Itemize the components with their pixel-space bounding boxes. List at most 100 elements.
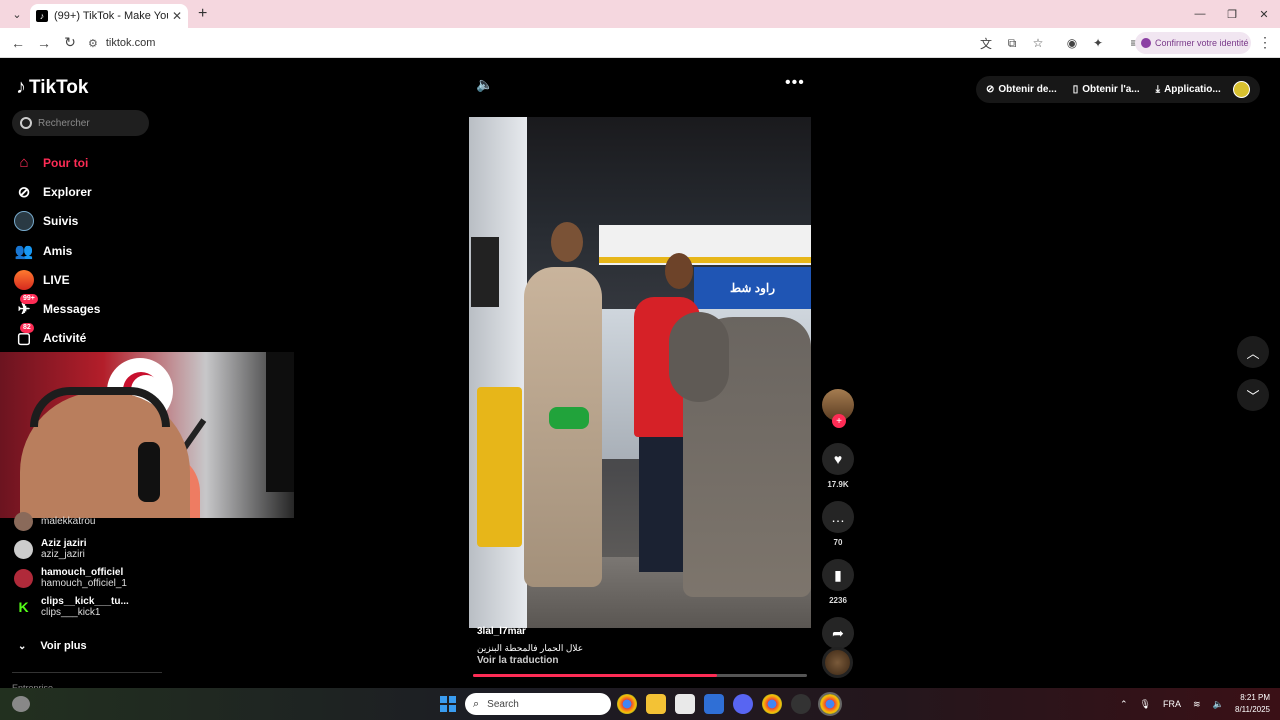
microphone (138, 442, 160, 502)
site-info-icon[interactable]: ⚙ (88, 37, 98, 50)
close-tab-icon[interactable]: ✕ (172, 9, 182, 23)
coins-icon: ⊘ (986, 84, 995, 95)
bookmark-button[interactable]: ▮ 2236 (822, 559, 854, 605)
sidebar-item-label: Suivis (43, 214, 79, 229)
url-field[interactable]: ⚙ tiktok.com (80, 31, 970, 55)
sidebar-item-amis[interactable]: 👥 Amis (14, 236, 100, 265)
donkey-head (669, 312, 729, 402)
user-avatar[interactable] (1233, 81, 1250, 98)
taskbar-apps (617, 692, 849, 716)
puzzle-icon[interactable]: ✦ (1087, 32, 1109, 54)
account-name: clips__kick___tu... (41, 596, 129, 607)
file-explorer-icon[interactable] (646, 694, 666, 714)
list-item[interactable]: hamouch_officiel hamouch_officiel_1 (14, 567, 129, 589)
language-indicator[interactable]: FRA (1163, 699, 1181, 709)
minimize-icon[interactable]: — (1184, 0, 1216, 28)
translate-link[interactable]: Voir la traduction (477, 655, 559, 666)
video-author[interactable]: 3lal_l7mar (477, 626, 526, 637)
tab-search-icon[interactable]: ⌄ (6, 3, 28, 25)
bookmark-icon: ▮ (822, 559, 854, 591)
new-tab-icon[interactable]: + (198, 5, 207, 23)
windows-taskbar: ⌕ Search ⌃ 🎙 FRA ≋ 🔈 8:21 PM 8/11/2025 (0, 688, 1280, 720)
speaker-icon[interactable]: 🔈 (1213, 699, 1224, 710)
sidebar-item-label: LIVE (43, 272, 70, 287)
see-more-label: Voir plus (40, 640, 87, 652)
video-player[interactable]: راود شط (469, 117, 811, 628)
share-icon: ➦ (822, 617, 854, 649)
fuel-pump (469, 117, 527, 628)
list-item[interactable]: Aziz jaziri aziz_jaziri (14, 538, 129, 560)
desktop-app-button[interactable]: ⤓ Applicatio... (1156, 84, 1221, 95)
sidebar-item-activite[interactable]: ▢ 82 Activité (14, 323, 100, 353)
discord-icon[interactable] (733, 694, 753, 714)
browser-menu-icon[interactable]: ⋮ (1258, 34, 1272, 51)
reload-icon[interactable]: ↻ (58, 31, 82, 55)
music-disc-icon[interactable] (822, 647, 853, 678)
next-video-button[interactable]: ﹀ (1237, 379, 1269, 411)
translate-icon[interactable]: 文 (975, 32, 997, 54)
see-more-button[interactable]: ⌄ Voir plus (18, 640, 87, 652)
browser-actions: 文 ⧉ ☆ ◉ ✦ ≡ (975, 31, 1149, 55)
clock[interactable]: 8:21 PM 8/11/2025 (1226, 692, 1270, 716)
creator-avatar[interactable]: + (822, 389, 854, 428)
list-item[interactable]: malekkatrou (14, 512, 129, 531)
tray-overflow-icon[interactable]: ⌃ (1120, 699, 1128, 710)
sidebar-item-pour-toi[interactable]: ⌂ Pour toi (14, 148, 100, 177)
list-item[interactable]: K clips__kick___tu... clips___kick1 (14, 596, 129, 618)
close-window-icon[interactable]: ✕ (1248, 0, 1280, 28)
chrome-active-icon[interactable] (818, 692, 842, 716)
compass-icon: ⊘ (17, 183, 31, 201)
identity-label: Confirmer votre identité (1155, 38, 1249, 48)
follow-plus-icon[interactable]: + (832, 414, 846, 428)
search-input[interactable]: Rechercher (12, 110, 149, 136)
forward-icon[interactable]: → (32, 31, 56, 55)
account-username: aziz_jaziri (41, 549, 85, 560)
browser-tab[interactable]: ♪ (99+) TikTok - Make Your Day ✕ (30, 4, 188, 28)
taskbar-search[interactable]: ⌕ Search (465, 693, 611, 715)
confirm-identity-button[interactable]: Confirmer votre identité (1135, 32, 1251, 54)
weather-icon[interactable] (12, 696, 30, 712)
back-icon[interactable]: ← (6, 31, 30, 55)
mic-icon[interactable]: 🎙 (1140, 699, 1151, 710)
live-icon (14, 269, 34, 290)
following-accounts-list: malekkatrou Aziz jaziri aziz_jaziri hamo… (14, 512, 129, 625)
sidebar-item-label: Explorer (43, 184, 92, 199)
cast-icon[interactable]: ⧉ (1001, 32, 1023, 54)
chrome-profile-icon[interactable] (762, 694, 782, 714)
home-icon: ⌂ (19, 154, 29, 172)
windows-start-icon[interactable] (440, 696, 456, 712)
mail-icon[interactable] (704, 694, 724, 714)
volume-icon[interactable]: 🔈 (476, 76, 493, 93)
extension-icon[interactable]: ◉ (1061, 32, 1083, 54)
sidebar-item-live[interactable]: LIVE (14, 265, 100, 294)
chrome-icon[interactable] (617, 694, 637, 714)
headset (30, 387, 170, 427)
maximize-icon[interactable]: ❐ (1216, 0, 1248, 28)
game-icon[interactable] (791, 694, 811, 714)
action-rail: + ♥ 17.9K … 70 ▮ 2236 ➦ 7983 (821, 389, 855, 663)
canopy-stripe (599, 257, 811, 263)
sidebar-item-label: Pour toi (43, 155, 89, 170)
browser-tab-bar: ⌄ ♪ (99+) TikTok - Make Your Day ✕ + — ❐… (0, 0, 1280, 28)
date: 8/11/2025 (1235, 705, 1270, 714)
profile-icon (1141, 38, 1151, 48)
sidebar-item-suivis[interactable]: Suivis (14, 207, 100, 236)
wifi-icon[interactable]: ≋ (1193, 699, 1201, 710)
account-username: malekkatrou (41, 516, 96, 527)
get-app-button[interactable]: ▯ Obtenir l'a... (1073, 84, 1140, 95)
previous-video-button[interactable]: ︿ (1237, 336, 1269, 368)
sidebar-item-label: Messages (43, 302, 101, 317)
comment-button[interactable]: … 70 (822, 501, 854, 547)
bookmark-star-icon[interactable]: ☆ (1027, 32, 1049, 54)
more-options-icon[interactable]: ••• (785, 74, 805, 92)
sidebar-item-messages[interactable]: ✈ 99+ Messages (14, 294, 100, 323)
store-icon[interactable] (675, 694, 695, 714)
system-tray: ⌃ 🎙 FRA ≋ 🔈 (1120, 688, 1236, 720)
like-button[interactable]: ♥ 17.9K (822, 443, 854, 489)
get-coins-button[interactable]: ⊘ Obtenir de... (986, 84, 1057, 95)
video-progress-bar[interactable] (473, 674, 807, 677)
sidebar-item-explorer[interactable]: ⊘ Explorer (14, 177, 100, 206)
search-placeholder: Rechercher (38, 117, 90, 129)
tiktok-logo[interactable]: ♪ TikTok (16, 76, 88, 99)
sidebar-nav: ⌂ Pour toi ⊘ Explorer Suivis 👥 Amis LIVE… (14, 148, 100, 353)
